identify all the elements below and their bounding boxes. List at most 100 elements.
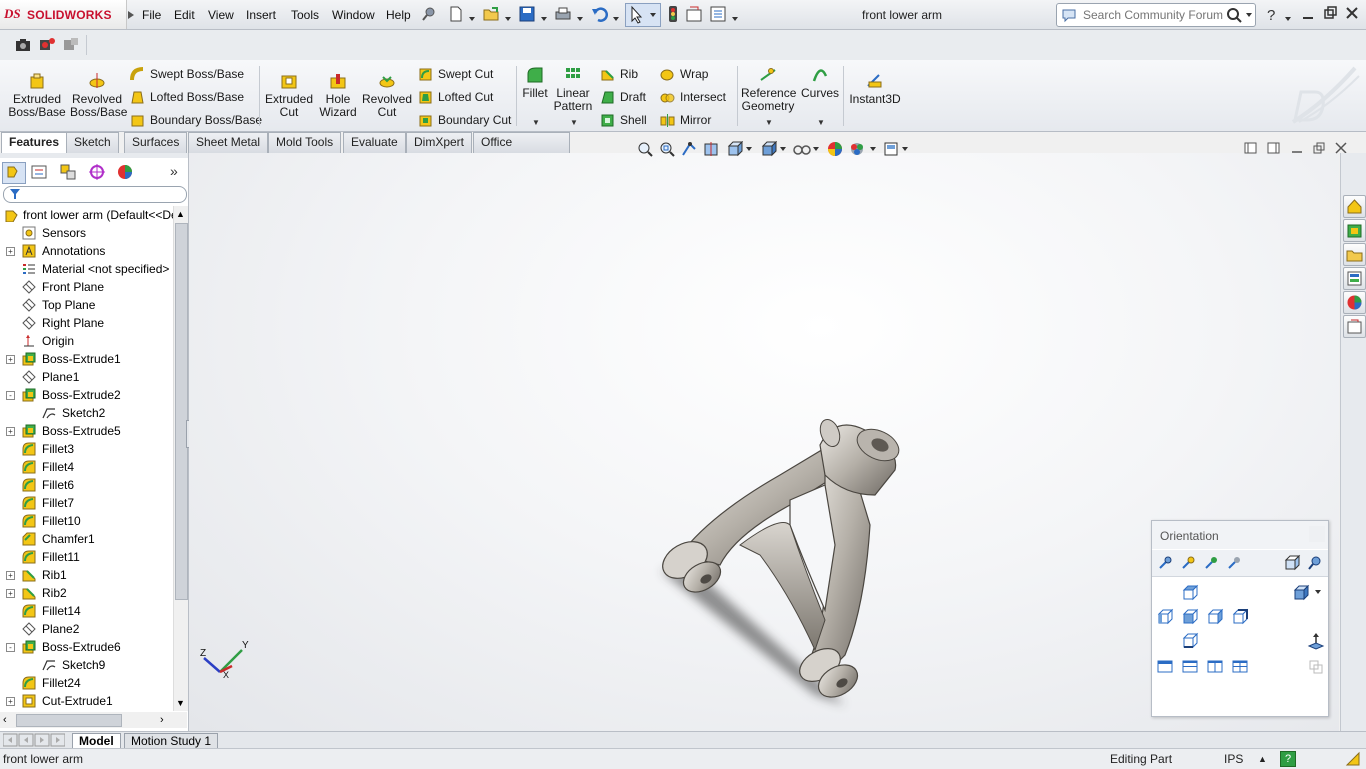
top-view-icon[interactable] xyxy=(1181,584,1199,602)
open-folder-icon[interactable] xyxy=(482,5,500,23)
expand-node-icon[interactable]: + xyxy=(6,247,15,256)
tab-surfaces[interactable]: Surfaces xyxy=(124,132,188,153)
tree-item[interactable]: + Rib2 xyxy=(0,584,172,602)
select-tool[interactable] xyxy=(625,3,661,27)
status-units[interactable]: IPS xyxy=(1224,752,1243,766)
tree-item[interactable]: Fillet6 xyxy=(0,476,172,494)
expand-node-icon[interactable]: + xyxy=(6,697,15,706)
tree-item[interactable]: Fillet7 xyxy=(0,494,172,512)
tree-item[interactable]: + Annotations xyxy=(0,242,172,260)
menu-edit[interactable]: Edit xyxy=(174,8,195,22)
scroll-thumb[interactable] xyxy=(175,223,188,600)
lofted-boss-button[interactable]: Lofted Boss/Base xyxy=(130,88,244,106)
back-view-icon[interactable] xyxy=(1231,608,1249,626)
tree-item[interactable]: Fillet14 xyxy=(0,602,172,620)
undo-dropdown-icon[interactable] xyxy=(612,11,620,25)
menu-tools[interactable]: Tools xyxy=(291,8,319,22)
tree-item[interactable]: - Boss-Extrude2 xyxy=(0,386,172,404)
tree-item[interactable]: - Boss-Extrude6 xyxy=(0,638,172,656)
revolved-boss-button[interactable]: Revolved Boss/Base xyxy=(70,72,127,119)
display-manager-tab-icon[interactable] xyxy=(115,163,135,184)
rebuild-icon[interactable] xyxy=(664,5,682,23)
save-icon[interactable] xyxy=(518,5,536,23)
undo-icon[interactable] xyxy=(590,5,608,23)
design-library-icon[interactable] xyxy=(1343,219,1366,242)
tree-vertical-scrollbar[interactable]: ▲ ▼ xyxy=(173,206,188,711)
new-dropdown-icon[interactable] xyxy=(468,11,476,25)
file-explorer-icon[interactable] xyxy=(1343,243,1366,266)
intersect-button[interactable]: Intersect xyxy=(660,88,726,106)
view-settings-icon[interactable] xyxy=(883,141,899,157)
front-lower-arm-model[interactable] xyxy=(640,405,930,725)
save-dropdown-icon[interactable] xyxy=(540,11,548,25)
single-view-icon[interactable] xyxy=(1156,658,1174,676)
help-dropdown-icon[interactable] xyxy=(1284,11,1292,25)
scroll-left-icon[interactable]: ‹ xyxy=(3,712,7,728)
stop-recording-icon[interactable] xyxy=(62,36,80,54)
view-settings-dropdown-icon[interactable] xyxy=(901,146,909,152)
update-standard-views-icon[interactable] xyxy=(1202,554,1220,572)
swept-cut-button[interactable]: Swept Cut xyxy=(418,65,493,83)
scroll-up-icon[interactable]: ▲ xyxy=(174,206,187,222)
front-view-icon[interactable] xyxy=(1181,608,1199,626)
viewport-restore-icon[interactable] xyxy=(1312,141,1326,155)
zoom-to-area-icon[interactable] xyxy=(659,141,675,157)
apply-scene-icon[interactable] xyxy=(849,141,865,157)
collapse-node-icon[interactable]: - xyxy=(6,391,15,400)
draft-button[interactable]: Draft xyxy=(600,88,646,106)
wrap-button[interactable]: Wrap xyxy=(660,65,708,83)
hide-show-items-icon[interactable] xyxy=(793,141,811,157)
search-icon[interactable] xyxy=(1225,6,1243,24)
menu-insert[interactable]: Insert xyxy=(246,8,276,22)
linear-pattern-dropdown-icon[interactable]: ▼ xyxy=(570,118,578,127)
view-orientation-dropdown-icon[interactable] xyxy=(745,146,753,152)
help-icon[interactable]: ? xyxy=(1263,5,1281,24)
bottom-view-icon[interactable] xyxy=(1181,632,1199,650)
restore-window-icon[interactable] xyxy=(1322,4,1338,25)
left-view-icon[interactable] xyxy=(1156,608,1174,626)
options-dropdown-icon[interactable] xyxy=(731,11,739,25)
split-vertical-icon[interactable] xyxy=(1267,141,1281,155)
tree-item[interactable]: Fillet3 xyxy=(0,440,172,458)
lofted-cut-button[interactable]: Lofted Cut xyxy=(418,88,493,106)
solidworks-logo[interactable]: DS SOLIDWORKS xyxy=(0,0,127,29)
two-view-horizontal-icon[interactable] xyxy=(1181,658,1199,676)
search-dropdown-icon[interactable] xyxy=(1245,12,1253,18)
extruded-cut-button[interactable]: Extruded Cut xyxy=(263,72,315,119)
record-video-icon[interactable] xyxy=(38,36,56,54)
tree-item[interactable]: Sketch2 xyxy=(0,404,172,422)
property-manager-tab-icon[interactable] xyxy=(29,163,49,184)
split-horizontal-icon[interactable] xyxy=(1244,141,1258,155)
view-palette-icon[interactable] xyxy=(1343,267,1366,290)
extruded-boss-button[interactable]: Extruded Boss/Base xyxy=(6,72,68,119)
reference-geometry-dropdown-icon[interactable]: ▼ xyxy=(765,118,773,127)
print-icon[interactable] xyxy=(554,5,572,23)
orientation-dialog[interactable]: Orientation xyxy=(1151,520,1329,717)
isometric-view-icon[interactable] xyxy=(1292,584,1310,602)
view-selector-icon[interactable] xyxy=(1283,554,1301,572)
shell-button[interactable]: Shell xyxy=(600,111,647,129)
tree-item[interactable]: Sketch9 xyxy=(0,656,172,674)
tab-sheet-metal[interactable]: Sheet Metal xyxy=(188,132,269,153)
boundary-cut-button[interactable]: Boundary Cut xyxy=(418,111,511,129)
tree-item[interactable]: Sensors xyxy=(0,224,172,242)
rebuild-status-icon[interactable] xyxy=(1344,750,1362,768)
tab-mold-tools[interactable]: Mold Tools xyxy=(268,132,342,153)
tree-root-part[interactable]: front lower arm (Default<<Default>_Displ… xyxy=(3,206,187,224)
apply-scene-dropdown-icon[interactable] xyxy=(869,146,877,152)
boundary-boss-button[interactable]: Boundary Boss/Base xyxy=(130,111,262,129)
expand-node-icon[interactable]: + xyxy=(6,355,15,364)
display-style-dropdown-icon[interactable] xyxy=(779,146,787,152)
close-window-icon[interactable] xyxy=(1344,4,1360,25)
tab-motion-study-1[interactable]: Motion Study 1 xyxy=(124,733,219,749)
hscroll-thumb[interactable] xyxy=(16,714,122,727)
tab-features[interactable]: Features xyxy=(1,132,68,154)
expand-node-icon[interactable]: + xyxy=(6,589,15,598)
open-dropdown-icon[interactable] xyxy=(504,11,512,25)
tree-item[interactable]: Origin xyxy=(0,332,172,350)
appearances-scenes-icon[interactable] xyxy=(1343,291,1366,314)
tree-item[interactable]: + Cut-Extrude1 xyxy=(0,692,172,710)
right-view-icon[interactable] xyxy=(1206,608,1224,626)
logo-arrow[interactable] xyxy=(126,0,136,29)
dimxpert-manager-tab-icon[interactable] xyxy=(87,163,107,184)
